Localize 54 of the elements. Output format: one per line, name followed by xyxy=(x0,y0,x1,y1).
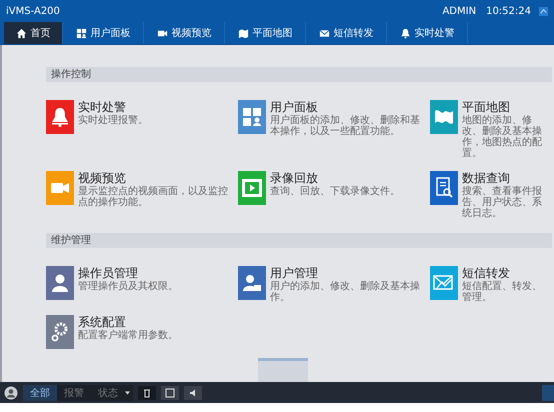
section-header: 维护管理 xyxy=(46,233,552,248)
home-icon xyxy=(16,28,26,38)
speaker-icon[interactable] xyxy=(184,386,202,400)
module-description: 短信配置、转发、管理。 xyxy=(462,281,543,303)
module-description: 搜索、查看事件报告、用户状态、系统日志。 xyxy=(462,186,543,219)
bell-icon xyxy=(400,28,410,38)
module-description: 配置客户端常用参数。 xyxy=(78,330,178,341)
module-description: 地图的添加、修改、删除及基本操作，地图热点的配置。 xyxy=(462,115,543,159)
module-description: 查询、回放、下载录像文件。 xyxy=(270,186,400,197)
document-search-icon[interactable] xyxy=(430,171,458,205)
module-description: 用户的添加、修改、删除及基本操作。 xyxy=(270,281,420,303)
tiles-person-icon[interactable] xyxy=(238,100,266,134)
module-description: 用户面板的添加、修改、删除和基本操作，以及一些配置功能。 xyxy=(270,115,420,137)
nav-tab[interactable]: 首页 xyxy=(4,22,63,44)
module-title[interactable]: 系统配置 xyxy=(78,315,126,330)
bell-icon[interactable] xyxy=(46,100,74,134)
module-title[interactable]: 实时处警 xyxy=(78,100,126,115)
avatar-icon[interactable] xyxy=(4,386,18,400)
filter-tab[interactable]: 全部 xyxy=(23,384,57,400)
nav-tab[interactable]: 实时处警 xyxy=(387,22,468,44)
module-title[interactable]: 用户面板 xyxy=(270,100,318,115)
envelope-icon xyxy=(318,28,330,38)
caret-icon[interactable] xyxy=(125,390,130,394)
nav-tab[interactable]: 短信转发 xyxy=(306,22,387,44)
envelope-icon[interactable] xyxy=(430,266,458,300)
module-description: 显示监控点的视频画面，以及监控点的操作功能。 xyxy=(78,186,228,208)
module-title[interactable]: 数据查询 xyxy=(462,171,510,186)
tiles-person-icon xyxy=(76,28,86,38)
filter-tab[interactable]: 状态 xyxy=(91,384,125,400)
module-title[interactable]: 短信转发 xyxy=(462,266,510,281)
person-icon[interactable] xyxy=(46,266,74,300)
section-header: 操作控制 xyxy=(46,67,552,82)
nav-tab[interactable]: 用户面板 xyxy=(63,22,144,44)
module-title[interactable]: 用户管理 xyxy=(270,266,318,281)
filter-tab[interactable]: 报警 xyxy=(57,384,91,400)
trash-icon[interactable] xyxy=(138,386,156,400)
nav-tab[interactable]: 视频预览 xyxy=(144,22,225,44)
window-icon[interactable] xyxy=(161,386,179,400)
film-play-icon[interactable] xyxy=(238,171,266,205)
user-name: ADMIN xyxy=(442,6,476,16)
module-title[interactable]: 录像回放 xyxy=(270,171,318,186)
nav-tab[interactable]: 平面地图 xyxy=(225,22,306,44)
person-card-icon[interactable] xyxy=(238,266,266,300)
gear-icon[interactable] xyxy=(46,315,74,349)
clock-time: 10:52:24 xyxy=(486,6,531,16)
module-title[interactable]: 操作员管理 xyxy=(78,266,138,281)
module-title[interactable]: 平面地图 xyxy=(462,100,510,115)
thumbnail-preview xyxy=(258,358,308,382)
map-icon[interactable] xyxy=(430,100,458,134)
module-description: 管理操作员及其权限。 xyxy=(78,281,178,292)
module-title[interactable]: 视频预览 xyxy=(78,171,126,186)
module-description: 实时处理报警。 xyxy=(78,115,148,126)
map-icon xyxy=(238,28,248,38)
app-title: iVMS-A200 xyxy=(6,6,60,16)
